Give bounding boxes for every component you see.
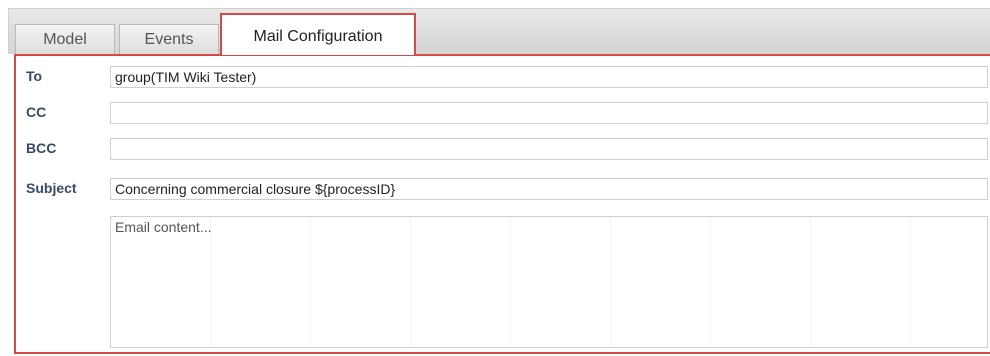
tab-mail-configuration-label: Mail Configuration <box>253 28 383 45</box>
tab-model[interactable]: Model <box>15 24 115 55</box>
tab-bar: Model Events Mail Configuration <box>8 8 990 55</box>
email-content-textarea[interactable] <box>110 216 988 348</box>
tab-events[interactable]: Events <box>119 24 219 55</box>
tab-mail-configuration[interactable]: Mail Configuration <box>220 13 416 55</box>
bcc-label: BCC <box>26 140 57 156</box>
subject-label: Subject <box>26 180 77 196</box>
cc-field[interactable] <box>110 102 988 124</box>
mail-config-window: Model Events Mail Configuration To CC BC… <box>8 8 990 354</box>
subject-field[interactable] <box>110 178 988 200</box>
bcc-field[interactable] <box>110 138 988 160</box>
tab-model-label: Model <box>43 31 87 48</box>
to-label: To <box>26 68 43 84</box>
to-field[interactable] <box>110 66 988 88</box>
mail-configuration-panel: To CC BCC Subject <box>14 54 990 354</box>
cc-label: CC <box>26 104 47 120</box>
tab-events-label: Events <box>144 31 194 48</box>
